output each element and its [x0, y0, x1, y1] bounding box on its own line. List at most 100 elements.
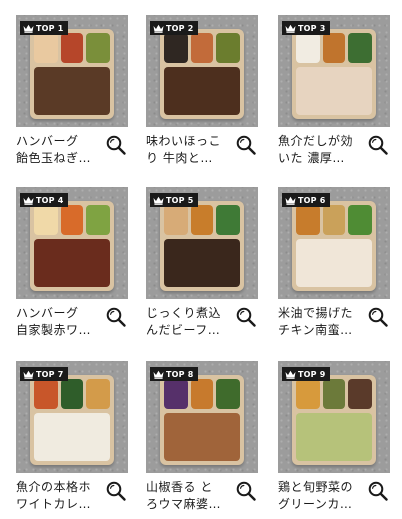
rank-label: TOP 8	[166, 369, 194, 379]
side-dish-compartment	[348, 205, 372, 235]
rank-badge: TOP 4	[20, 193, 69, 207]
title-line: ろウマ麻婆…	[146, 497, 222, 511]
product-card[interactable]: TOP 5 じっくり煮込 んだビーフ…	[146, 187, 258, 345]
title-line: 自家製赤ワ…	[16, 323, 92, 337]
crown-icon	[153, 370, 164, 379]
main-dish-compartment	[34, 413, 110, 461]
side-dish-compartment	[164, 33, 188, 63]
product-card[interactable]: TOP 1 ハンバーグ飴色玉ねぎ…	[16, 15, 128, 173]
product-card[interactable]: TOP 3 魚介だしが効 いた 濃厚…	[278, 15, 390, 173]
main-dish-compartment	[34, 67, 110, 115]
rank-label: TOP 4	[36, 195, 64, 205]
crown-icon	[285, 196, 296, 205]
main-dish-compartment	[34, 239, 110, 287]
product-title[interactable]: 魚介だしが効 いた 濃厚…	[278, 133, 364, 167]
crown-icon	[23, 370, 34, 379]
search-icon[interactable]	[234, 305, 258, 329]
main-dish-compartment	[164, 413, 240, 461]
product-card[interactable]: TOP 2 味わいほっこり 牛肉と…	[146, 15, 258, 173]
rank-badge: TOP 2	[150, 21, 199, 35]
side-dish-compartment	[191, 33, 213, 63]
bento-tray	[292, 29, 376, 119]
side-dish-compartment	[61, 379, 83, 409]
side-dish-compartment	[323, 379, 345, 409]
rank-badge: TOP 7	[20, 367, 69, 381]
product-card[interactable]: TOP 7 魚介の本格ホ ワイトカレ…	[16, 361, 128, 519]
title-line: ハンバーグ	[16, 306, 79, 320]
title-line: んだビーフ…	[146, 323, 221, 337]
side-dish-compartment	[323, 205, 345, 235]
product-card[interactable]: TOP 4 ハンバーグ自家製赤ワ…	[16, 187, 128, 345]
title-line: いた 濃厚…	[278, 151, 345, 165]
rank-label: TOP 3	[298, 23, 326, 33]
bento-tray	[160, 375, 244, 465]
product-title[interactable]: じっくり煮込 んだビーフ…	[146, 305, 232, 339]
side-dish-compartment	[34, 33, 58, 63]
product-card[interactable]: TOP 8 山椒香る とろウマ麻婆…	[146, 361, 258, 519]
main-dish-compartment	[164, 239, 240, 287]
bento-tray	[292, 375, 376, 465]
search-icon[interactable]	[366, 305, 390, 329]
side-dish-compartment	[296, 379, 320, 409]
side-dish-compartment	[164, 379, 188, 409]
title-line: じっくり煮込	[146, 306, 222, 320]
side-dish-compartment	[164, 205, 188, 235]
side-dish-compartment	[296, 205, 320, 235]
side-dish-compartment	[61, 205, 83, 235]
title-line: グリーンカ…	[278, 497, 353, 511]
rank-label: TOP 5	[166, 195, 194, 205]
title-line: チキン南蛮…	[278, 323, 353, 337]
rank-badge: TOP 1	[20, 21, 69, 35]
side-dish-compartment	[61, 33, 83, 63]
side-dish-compartment	[34, 379, 58, 409]
rank-badge: TOP 6	[282, 193, 331, 207]
side-dish-compartment	[86, 379, 110, 409]
search-icon[interactable]	[104, 479, 128, 503]
main-dish-compartment	[164, 67, 240, 115]
side-dish-compartment	[216, 205, 240, 235]
bento-tray	[30, 375, 114, 465]
ranking-grid: TOP 1 ハンバーグ 飴色玉ねぎ… TOP 2 味わいほっこり 牛肉と… TOP 3 魚介…	[0, 0, 402, 519]
title-line: 飴色玉ねぎ…	[16, 151, 92, 165]
search-icon[interactable]	[104, 133, 128, 157]
bento-tray	[160, 201, 244, 291]
product-title[interactable]: 鶏と旬野菜の グリーンカ…	[278, 479, 364, 513]
side-dish-compartment	[191, 379, 213, 409]
search-icon[interactable]	[234, 133, 258, 157]
product-title[interactable]: 味わいほっこり 牛肉と…	[146, 133, 232, 167]
rank-label: TOP 2	[166, 23, 194, 33]
side-dish-compartment	[86, 205, 110, 235]
title-line: り 牛肉と…	[146, 151, 213, 165]
product-title[interactable]: 山椒香る とろウマ麻婆…	[146, 479, 232, 513]
rank-label: TOP 7	[36, 369, 64, 379]
side-dish-compartment	[191, 205, 213, 235]
side-dish-compartment	[86, 33, 110, 63]
crown-icon	[23, 196, 34, 205]
side-dish-compartment	[323, 33, 345, 63]
title-line: ハンバーグ	[16, 134, 79, 148]
crown-icon	[153, 196, 164, 205]
search-icon[interactable]	[234, 479, 258, 503]
bento-tray	[30, 201, 114, 291]
title-line: 魚介の本格ホ	[16, 480, 92, 494]
title-line: 米油で揚げた	[278, 306, 354, 320]
bento-tray	[292, 201, 376, 291]
side-dish-compartment	[216, 33, 240, 63]
product-title[interactable]: ハンバーグ飴色玉ねぎ…	[16, 133, 102, 167]
product-title[interactable]: 米油で揚げた チキン南蛮…	[278, 305, 364, 339]
side-dish-compartment	[348, 379, 372, 409]
title-line: 山椒香る と	[146, 480, 213, 494]
main-dish-compartment	[296, 67, 372, 115]
search-icon[interactable]	[104, 305, 128, 329]
title-line: ワイトカレ…	[16, 497, 92, 511]
search-icon[interactable]	[366, 479, 390, 503]
rank-badge: TOP 9	[282, 367, 331, 381]
product-card[interactable]: TOP 6 米油で揚げた チキン南蛮…	[278, 187, 390, 345]
crown-icon	[285, 370, 296, 379]
search-icon[interactable]	[366, 133, 390, 157]
rank-badge: TOP 8	[150, 367, 199, 381]
product-card[interactable]: TOP 9 鶏と旬野菜の グリーンカ…	[278, 361, 390, 519]
product-title[interactable]: 魚介の本格ホ ワイトカレ…	[16, 479, 102, 513]
product-title[interactable]: ハンバーグ自家製赤ワ…	[16, 305, 102, 339]
title-line: 鶏と旬野菜の	[278, 480, 354, 494]
